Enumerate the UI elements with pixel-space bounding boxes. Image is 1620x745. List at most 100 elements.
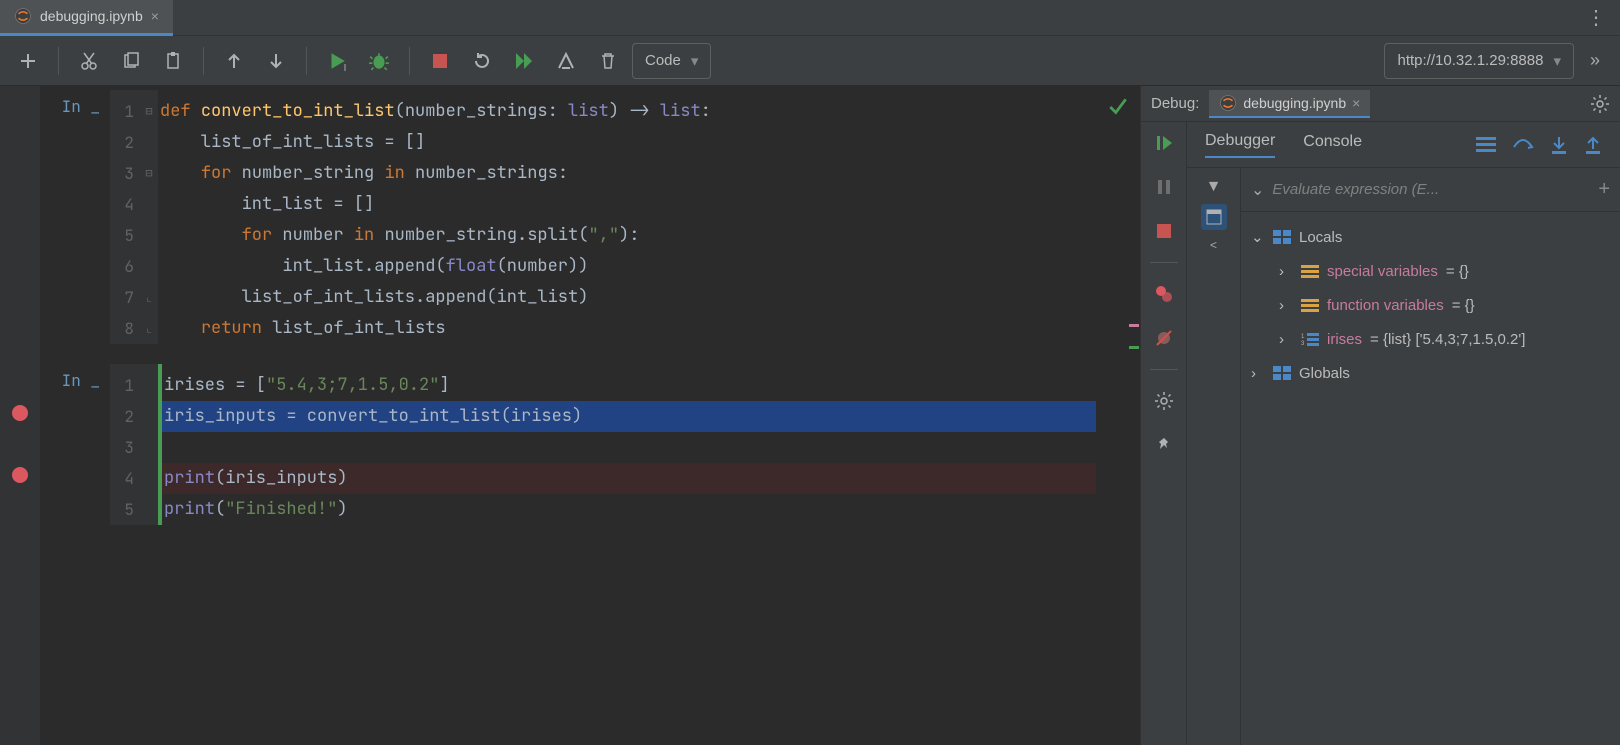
server-url-dropdown[interactable]: http://10.32.1.29:8888 ▾ xyxy=(1384,43,1574,79)
scope-label: Globals xyxy=(1299,365,1350,382)
notebook-toolbar: I Code ▾ http://10.32.1.29:8888 ▾ » xyxy=(0,36,1620,86)
ok-marker[interactable] xyxy=(1129,346,1139,349)
tab-overflow-menu-icon[interactable]: ⋮ xyxy=(1572,8,1620,28)
chevron-down-icon: ⌄ xyxy=(1251,228,1265,246)
editor-file-tab[interactable]: debugging.ipynb × xyxy=(0,0,173,36)
editor-tab-label: debugging.ipynb xyxy=(40,8,143,24)
fold-gutter[interactable] xyxy=(140,364,158,525)
cell-type-dropdown[interactable]: Code ▾ xyxy=(632,43,711,79)
chevron-right-icon: › xyxy=(1279,297,1293,314)
debug-settings-button[interactable] xyxy=(1590,94,1610,114)
step-out-icon[interactable] xyxy=(1584,135,1602,155)
server-url-label: http://10.32.1.29:8888 xyxy=(1397,52,1543,69)
scope-label: Locals xyxy=(1299,229,1342,246)
stop-button[interactable] xyxy=(1151,218,1177,244)
chevron-down-icon: ▾ xyxy=(1553,52,1561,70)
copy-button[interactable] xyxy=(113,43,149,79)
code-area[interactable]: def convert_to_int_list(number_strings: … xyxy=(158,90,1096,344)
debug-header: Debug: debugging.ipynb × xyxy=(1141,86,1620,122)
jupyter-icon xyxy=(14,7,32,25)
toolbar-separator xyxy=(306,47,307,75)
var-value: = {} xyxy=(1452,297,1475,314)
var-name: irises xyxy=(1327,331,1362,348)
tree-var-irises[interactable]: › 13 irises = {list} ['5.4,3;7,1.5,0.2'] xyxy=(1251,322,1610,356)
close-icon[interactable]: × xyxy=(1352,95,1360,111)
toolbar-overflow-icon[interactable]: » xyxy=(1580,50,1610,71)
move-cell-down-button[interactable] xyxy=(258,43,294,79)
debug-title: Debug: xyxy=(1151,95,1199,112)
chevron-down-icon: ▾ xyxy=(691,52,699,70)
tree-var-special[interactable]: › special variables = {} xyxy=(1251,254,1610,288)
scope-icon xyxy=(1273,366,1291,380)
svg-text:3: 3 xyxy=(1301,341,1305,346)
tab-debugger[interactable]: Debugger xyxy=(1205,132,1275,158)
pin-button[interactable] xyxy=(1151,432,1177,458)
run-all-button[interactable] xyxy=(506,43,542,79)
add-watch-icon[interactable]: + xyxy=(1598,178,1610,201)
tree-scope-globals[interactable]: › Globals xyxy=(1251,356,1610,390)
line-number-gutter: 12345 xyxy=(110,364,140,525)
frames-prev-icon[interactable]: < xyxy=(1210,238,1217,252)
var-name: function variables xyxy=(1327,297,1444,314)
step-into-icon[interactable] xyxy=(1550,135,1568,155)
clear-outputs-button[interactable] xyxy=(548,43,584,79)
restart-kernel-button[interactable] xyxy=(464,43,500,79)
add-cell-button[interactable] xyxy=(10,43,46,79)
run-cell-button[interactable]: I xyxy=(319,43,355,79)
breakpoint-dot[interactable] xyxy=(12,467,28,483)
debug-cell-button[interactable] xyxy=(361,43,397,79)
resume-button[interactable] xyxy=(1151,130,1177,156)
top-tabs-row: debugging.ipynb × ⋮ xyxy=(0,0,1620,36)
tree-var-function[interactable]: › function variables = {} xyxy=(1251,288,1610,322)
cell-prompt: In _ xyxy=(40,364,110,525)
group-icon xyxy=(1301,298,1319,312)
cell-type-label: Code xyxy=(645,52,681,69)
tree-scope-locals[interactable]: ⌄ Locals xyxy=(1251,220,1610,254)
debug-settings-button[interactable] xyxy=(1151,388,1177,414)
notebook-cell[interactable]: In _ 12345 irises = ["5.4,3;7,1.5,0.2"] … xyxy=(40,364,1096,525)
var-value: = {} xyxy=(1446,263,1469,280)
chevron-right-icon: › xyxy=(1279,263,1293,280)
close-tab-icon[interactable]: × xyxy=(151,8,159,24)
interrupt-kernel-button[interactable] xyxy=(422,43,458,79)
step-over-icon[interactable] xyxy=(1512,135,1534,155)
variables-tree[interactable]: ⌄ Locals › special variables = {} xyxy=(1241,212,1620,398)
scope-icon xyxy=(1273,230,1291,244)
frames-chevron-down-icon[interactable]: ▼ xyxy=(1206,178,1222,196)
toolbar-separator xyxy=(58,47,59,75)
group-icon xyxy=(1301,264,1319,278)
var-name: special variables xyxy=(1327,263,1438,280)
evaluate-expression-input[interactable]: Evaluate expression (E... xyxy=(1272,181,1590,198)
mute-breakpoints-button[interactable] xyxy=(1151,325,1177,351)
svg-text:1: 1 xyxy=(1301,334,1305,340)
line-number-gutter: 12345678 xyxy=(110,90,140,344)
delete-cell-button[interactable] xyxy=(590,43,626,79)
marker-strip[interactable] xyxy=(1128,86,1140,745)
editor-body: In _ 12345678 ⊟⊟⌞⌞ def convert_to_int_li… xyxy=(40,86,1096,745)
tab-console[interactable]: Console xyxy=(1303,133,1362,157)
paste-button[interactable] xyxy=(155,43,191,79)
cut-button[interactable] xyxy=(71,43,107,79)
breakpoint-gutter[interactable] xyxy=(0,86,40,745)
restore-layout-icon[interactable] xyxy=(1201,204,1227,230)
breakpoint-dot[interactable] xyxy=(12,405,28,421)
var-value: = {list} ['5.4,3;7,1.5,0.2'] xyxy=(1370,331,1525,348)
checkmark-icon xyxy=(1107,96,1129,118)
list-var-icon: 13 xyxy=(1301,332,1319,346)
cell-prompt: In _ xyxy=(40,90,110,344)
separator xyxy=(1150,369,1178,370)
fold-gutter[interactable]: ⊟⊟⌞⌞ xyxy=(140,90,158,344)
layout-settings-icon[interactable] xyxy=(1476,135,1496,155)
toolbar-separator xyxy=(203,47,204,75)
pause-button[interactable] xyxy=(1151,174,1177,200)
warning-marker[interactable] xyxy=(1129,324,1139,327)
move-cell-up-button[interactable] xyxy=(216,43,252,79)
toolbar-separator xyxy=(409,47,410,75)
debug-action-strip xyxy=(1141,122,1187,745)
debug-session-tab[interactable]: debugging.ipynb × xyxy=(1209,90,1370,118)
notebook-cell[interactable]: In _ 12345678 ⊟⊟⌞⌞ def convert_to_int_li… xyxy=(40,90,1096,344)
chevron-right-icon: › xyxy=(1279,331,1293,348)
view-breakpoints-button[interactable] xyxy=(1151,281,1177,307)
expand-icon[interactable]: ⌄ xyxy=(1251,180,1264,200)
code-area[interactable]: irises = ["5.4,3;7,1.5,0.2"] iris_inputs… xyxy=(158,364,1096,525)
